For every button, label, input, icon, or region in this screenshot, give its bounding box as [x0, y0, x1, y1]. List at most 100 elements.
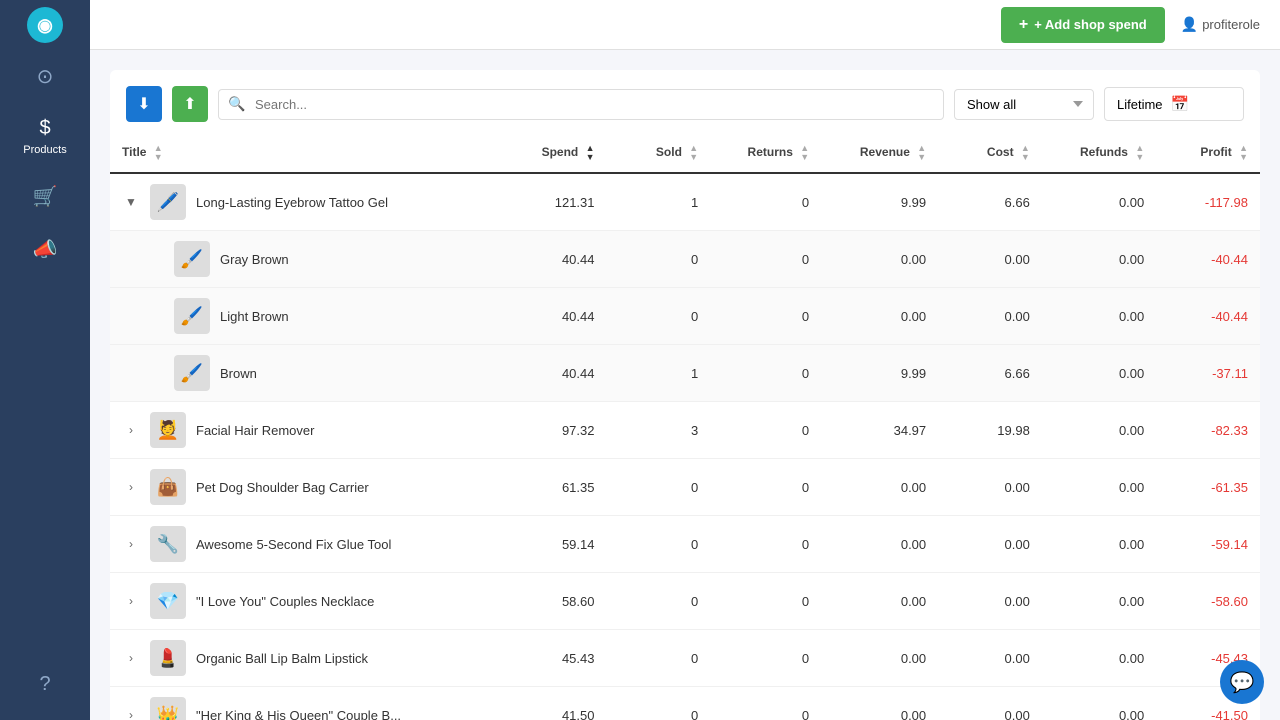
plus-icon: +	[1019, 16, 1028, 34]
user-icon: 👤	[1181, 16, 1198, 33]
cell-refunds: 0.00	[1042, 573, 1156, 630]
cell-revenue: 0.00	[821, 516, 938, 573]
cell-revenue: 9.99	[821, 345, 938, 402]
expand-button[interactable]: ›	[122, 421, 140, 439]
cell-refunds: 0.00	[1042, 173, 1156, 231]
cell-spend: 97.32	[503, 402, 607, 459]
col-cost[interactable]: Cost ▲▼	[938, 134, 1042, 173]
cell-sold: 0	[607, 573, 711, 630]
add-spend-label: + Add shop spend	[1034, 17, 1147, 32]
sort-arrows-refunds: ▲▼	[1135, 144, 1144, 162]
sort-arrows-returns: ▲▼	[800, 144, 809, 162]
sidebar-item-help[interactable]: ?	[0, 659, 90, 710]
topbar: ◉ + + Add shop spend 👤 profiterole	[0, 0, 1280, 50]
cell-cost: 0.00	[938, 459, 1042, 516]
expand-button[interactable]: ▼	[122, 193, 140, 211]
expand-button[interactable]: ›	[122, 706, 140, 720]
col-revenue[interactable]: Revenue ▲▼	[821, 134, 938, 173]
download-button[interactable]: ⬇	[126, 86, 162, 122]
product-image: 💄	[150, 640, 186, 676]
cell-profit: -82.33	[1156, 402, 1260, 459]
filter-select[interactable]: Show all Active Paused	[954, 89, 1094, 120]
help-icon: ?	[39, 673, 50, 696]
cell-sold: 0	[607, 459, 711, 516]
cell-revenue: 0.00	[821, 288, 938, 345]
cell-title: 🖌️Brown	[110, 345, 503, 402]
cell-cost: 0.00	[938, 231, 1042, 288]
cell-refunds: 0.00	[1042, 687, 1156, 720]
cell-title: ›💆Facial Hair Remover	[110, 402, 503, 459]
cell-revenue: 0.00	[821, 459, 938, 516]
col-returns[interactable]: Returns ▲▼	[710, 134, 821, 173]
col-spend[interactable]: Spend ▲▼	[503, 134, 607, 173]
sidebar-item-activity[interactable]: ⊙	[0, 50, 90, 103]
cell-revenue: 0.00	[821, 687, 938, 720]
sidebar-item-campaigns[interactable]: 📣	[0, 223, 90, 276]
table-row: ›💄Organic Ball Lip Balm Lipstick45.43000…	[110, 630, 1260, 687]
col-profit[interactable]: Profit ▲▼	[1156, 134, 1260, 173]
cell-returns: 0	[710, 345, 821, 402]
expand-button[interactable]: ›	[122, 649, 140, 667]
table-row: ›👑"Her King & His Queen" Couple B...41.5…	[110, 687, 1260, 720]
product-title: Organic Ball Lip Balm Lipstick	[196, 651, 368, 666]
cell-cost: 0.00	[938, 516, 1042, 573]
expand-button[interactable]: ›	[122, 478, 140, 496]
chat-button[interactable]: 💬	[1220, 660, 1264, 704]
topbar-logo-area: ◉	[0, 0, 90, 50]
col-sold[interactable]: Sold ▲▼	[607, 134, 711, 173]
sort-arrows-profit: ▲▼	[1239, 144, 1248, 162]
cell-refunds: 0.00	[1042, 516, 1156, 573]
calendar-icon: 📅	[1171, 95, 1190, 113]
table-body: ▼🖊️Long-Lasting Eyebrow Tattoo Gel121.31…	[110, 173, 1260, 720]
product-image: 🖊️	[150, 184, 186, 220]
cell-sold: 3	[607, 402, 711, 459]
search-icon: 🔍	[228, 96, 245, 113]
sidebar-item-products[interactable]: $ Products	[0, 103, 90, 170]
product-title: Gray Brown	[220, 252, 289, 267]
table-row: 🖌️Gray Brown40.44000.000.000.00-40.44	[110, 231, 1260, 288]
cell-returns: 0	[710, 573, 821, 630]
cell-revenue: 0.00	[821, 231, 938, 288]
activity-icon: ⊙	[37, 64, 54, 89]
cell-cost: 0.00	[938, 687, 1042, 720]
product-title: Awesome 5-Second Fix Glue Tool	[196, 537, 391, 552]
chat-icon: 💬	[1230, 670, 1255, 695]
col-title[interactable]: Title ▲▼	[110, 134, 503, 173]
product-image: 👑	[150, 697, 186, 720]
cell-revenue: 0.00	[821, 573, 938, 630]
add-shop-spend-button[interactable]: + + Add shop spend	[1001, 7, 1165, 43]
content-card: ⬇ ⬆ 🔍 Show all Active Paused Lifetime 📅	[110, 70, 1260, 720]
search-input[interactable]	[218, 89, 944, 120]
cell-profit: -37.11	[1156, 345, 1260, 402]
cell-title: ›💎"I Love You" Couples Necklace	[110, 573, 503, 630]
user-menu[interactable]: 👤 profiterole	[1181, 16, 1260, 33]
cell-sold: 0	[607, 231, 711, 288]
sidebar-item-orders[interactable]: 🛒	[0, 170, 90, 223]
products-table: Title ▲▼ Spend ▲▼ Sold ▲▼ Returns ▲▼ Rev…	[110, 134, 1260, 720]
cell-cost: 19.98	[938, 402, 1042, 459]
cell-title: ›👑"Her King & His Queen" Couple B...	[110, 687, 503, 720]
sort-arrows-revenue: ▲▼	[917, 144, 926, 162]
cell-spend: 58.60	[503, 573, 607, 630]
cell-title: ›👜Pet Dog Shoulder Bag Carrier	[110, 459, 503, 516]
cart-icon: 🛒	[33, 184, 58, 209]
expand-button[interactable]: ›	[122, 535, 140, 553]
cell-title: 🖌️Gray Brown	[110, 231, 503, 288]
cell-returns: 0	[710, 288, 821, 345]
cell-profit: -117.98	[1156, 173, 1260, 231]
cell-cost: 6.66	[938, 173, 1042, 231]
col-refunds[interactable]: Refunds ▲▼	[1042, 134, 1156, 173]
table-row: ›💎"I Love You" Couples Necklace58.60000.…	[110, 573, 1260, 630]
table-row: ›🔧Awesome 5-Second Fix Glue Tool59.14000…	[110, 516, 1260, 573]
cell-profit: -61.35	[1156, 459, 1260, 516]
sort-arrows-spend: ▲▼	[586, 144, 595, 162]
cell-returns: 0	[710, 516, 821, 573]
cell-cost: 0.00	[938, 288, 1042, 345]
upload-button[interactable]: ⬆	[172, 86, 208, 122]
cell-spend: 45.43	[503, 630, 607, 687]
cell-profit: -40.44	[1156, 231, 1260, 288]
cell-title: ▼🖊️Long-Lasting Eyebrow Tattoo Gel	[110, 173, 503, 231]
cell-sold: 1	[607, 345, 711, 402]
date-filter[interactable]: Lifetime 📅	[1104, 87, 1244, 121]
expand-button[interactable]: ›	[122, 592, 140, 610]
